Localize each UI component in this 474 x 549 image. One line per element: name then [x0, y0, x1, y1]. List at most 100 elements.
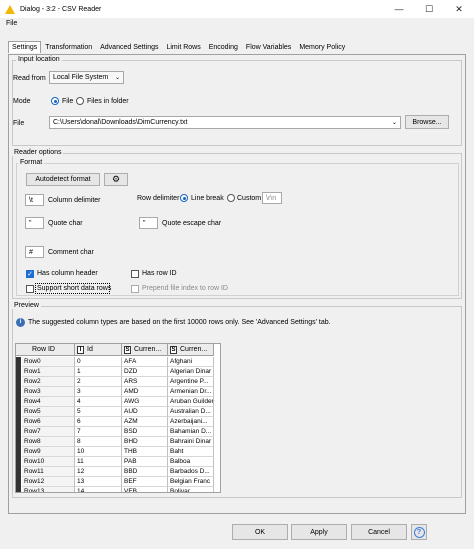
has-column-header-checkbox[interactable]: ✓ [26, 270, 34, 278]
table-cell: Algerian Dinar [168, 367, 214, 377]
table-cell: 8 [75, 437, 122, 447]
table-cell: DZD [122, 367, 168, 377]
quote-char-input[interactable]: " [25, 217, 44, 229]
table-cell: 1 [75, 367, 122, 377]
preview-table[interactable]: Row ID I Id S Curren... S Curren... Row0… [15, 343, 221, 493]
column-header-currency-code[interactable]: S Curren... [122, 344, 168, 356]
cancel-button[interactable]: Cancel [351, 524, 407, 540]
table-cell: BEF [122, 477, 168, 487]
table-cell: PAB [122, 457, 168, 467]
row-marker [16, 457, 21, 467]
support-short-rows-checkbox[interactable] [26, 285, 34, 293]
row-delim-line-break-label: Line break [191, 195, 224, 202]
row-marker [16, 487, 21, 492]
preview-legend: Preview [12, 302, 41, 309]
browse-button[interactable]: Browse... [405, 115, 449, 129]
row-id-cell: Row9 [22, 447, 75, 457]
row-id-cell: Row12 [22, 477, 75, 487]
table-cell: AWG [122, 397, 168, 407]
gear-button[interactable]: ⚙ [104, 173, 128, 186]
file-path-input[interactable]: C:\Users\donal\Downloads\DimCurrency.txt… [49, 116, 401, 129]
menu-bar: File [0, 18, 474, 31]
row-delim-custom-input[interactable]: \r\n [262, 192, 282, 204]
table-cell: Belgian Franc [168, 477, 214, 487]
apply-button[interactable]: Apply [291, 524, 347, 540]
chevron-down-icon: ⌄ [114, 75, 120, 81]
column-delimiter-input[interactable]: \t [25, 194, 44, 206]
row-id-cell: Row0 [22, 357, 75, 367]
help-button[interactable]: ? [411, 524, 427, 540]
row-id-cell: Row3 [22, 387, 75, 397]
quote-escape-input[interactable]: " [139, 217, 158, 229]
tab-flow-variables[interactable]: Flow Variables [242, 41, 295, 53]
table-cell: 7 [75, 427, 122, 437]
prepend-file-index-checkbox[interactable] [131, 285, 139, 293]
title-bar: Dialog - 3:2 - CSV Reader — ☐ ✕ [0, 0, 474, 18]
table-cell: BHD [122, 437, 168, 447]
mode-file-radio[interactable] [51, 97, 59, 105]
maximize-icon[interactable]: ☐ [414, 0, 444, 18]
knime-app-icon [5, 4, 15, 14]
table-cell: 4 [75, 397, 122, 407]
table-cell: Bahamian D... [168, 427, 214, 437]
table-cell: 2 [75, 377, 122, 387]
tab-bar: Settings Transformation Advanced Setting… [8, 41, 349, 54]
row-delimiter-label: Row delimiter [137, 195, 180, 202]
window-title: Dialog - 3:2 - CSV Reader [20, 5, 102, 13]
tab-encoding[interactable]: Encoding [205, 41, 242, 53]
column-header-label: Curren... [180, 346, 208, 353]
row-marker [16, 407, 21, 417]
column-delimiter-label: Column delimiter [48, 197, 101, 204]
comment-char-value: # [29, 248, 33, 256]
tab-limit-rows[interactable]: Limit Rows [162, 41, 204, 53]
row-id-cell: Row1 [22, 367, 75, 377]
file-path-value: C:\Users\donal\Downloads\DimCurrency.txt [53, 119, 188, 126]
column-header-label: Curren... [134, 346, 162, 353]
support-short-rows-label: Support short data rows [37, 285, 112, 292]
mode-file-label: File [62, 98, 74, 105]
minimize-icon[interactable]: — [384, 0, 414, 18]
comment-char-label: Comment char [48, 249, 94, 256]
table-cell: Aruban Guilder [168, 397, 214, 407]
column-header-id[interactable]: I Id [75, 344, 122, 356]
table-cell: BSD [122, 427, 168, 437]
column-header-label: Id [87, 346, 93, 353]
table-cell: ARS [122, 377, 168, 387]
row-marker [16, 477, 21, 487]
row-marker [16, 467, 21, 477]
autodetect-format-button[interactable]: Autodetect format [26, 173, 100, 186]
ok-button[interactable]: OK [232, 524, 288, 540]
table-cell: THB [122, 447, 168, 457]
tab-advanced-settings[interactable]: Advanced Settings [96, 41, 162, 53]
column-header-currency-name[interactable]: S Curren... [168, 344, 214, 356]
comment-char-input[interactable]: # [25, 246, 44, 258]
menu-file[interactable]: File [6, 20, 17, 27]
row-id-cell: Row8 [22, 437, 75, 447]
window-controls: — ☐ ✕ [384, 0, 474, 18]
column-header-rowid[interactable]: Row ID [16, 344, 75, 356]
row-delim-line-break-radio[interactable] [180, 194, 188, 202]
table-cell: VEB [122, 487, 168, 492]
row-id-cell: Row2 [22, 377, 75, 387]
tab-settings[interactable]: Settings [8, 41, 42, 53]
read-from-select[interactable]: Local File System ⌄ [49, 71, 124, 84]
table-cell: Bahraini Dinar [168, 437, 214, 447]
has-row-id-checkbox[interactable] [131, 270, 139, 278]
help-icon: ? [413, 526, 425, 538]
mode-files-in-folder-radio[interactable] [76, 97, 84, 105]
tab-transformation[interactable]: Transformation [41, 41, 96, 53]
preview-info-text: The suggested column types are based on … [28, 319, 331, 326]
close-icon[interactable]: ✕ [444, 0, 474, 18]
table-cell: 6 [75, 417, 122, 427]
table-cell: 14 [75, 487, 122, 492]
mode-files-in-folder-label: Files in folder [87, 98, 129, 105]
table-cell: BBD [122, 467, 168, 477]
reader-options-group: Reader options Format Autodetect format … [12, 149, 462, 299]
file-label: File [13, 120, 25, 127]
row-id-cell: Row6 [22, 417, 75, 427]
row-delim-custom-radio[interactable] [227, 194, 235, 202]
tab-memory-policy[interactable]: Memory Policy [295, 41, 349, 53]
string-type-icon: S [170, 345, 177, 354]
row-marker [16, 427, 21, 437]
gear-icon: ⚙ [111, 174, 121, 184]
